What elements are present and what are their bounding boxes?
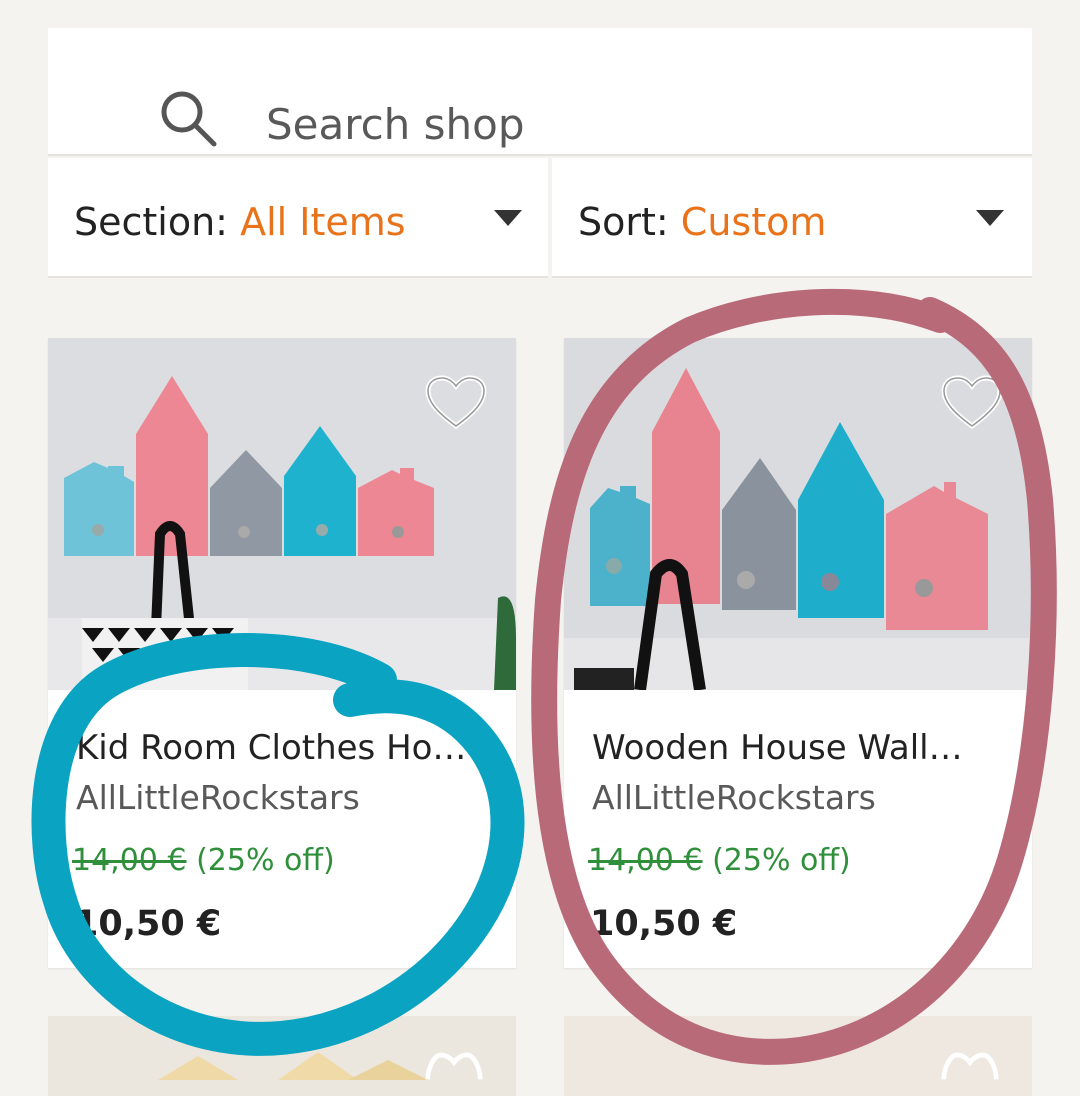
discount-percent: (25% off): [712, 843, 851, 878]
sale-price: 10,50 €: [590, 904, 738, 944]
discount-info: 14,00 € (25% off): [588, 843, 851, 878]
listing-title[interactable]: Wooden House Wall…: [592, 728, 1012, 768]
sort-dropdown-label: Sort: Custom: [578, 200, 827, 244]
filter-bar: Section: All Items Sort: Custom: [48, 158, 1032, 278]
sale-price: 10,50 €: [74, 904, 222, 944]
search-icon[interactable]: [158, 88, 222, 156]
shop-name: AllLittleRockstars: [592, 778, 876, 817]
discount-percent: (25% off): [196, 843, 335, 878]
section-dropdown[interactable]: Section: All Items: [48, 158, 548, 278]
favorite-heart-icon[interactable]: [424, 1050, 484, 1094]
chevron-down-icon: [976, 210, 1004, 226]
original-price: 14,00 €: [72, 843, 187, 878]
favorite-heart-icon[interactable]: [940, 1050, 1000, 1094]
listing-title[interactable]: Kid Room Clothes Ho…: [76, 728, 496, 768]
chevron-down-icon: [494, 210, 522, 226]
sort-dropdown-value: Custom: [680, 200, 827, 244]
search-input[interactable]: Search shop: [266, 100, 525, 149]
favorite-heart-icon[interactable]: [940, 374, 1004, 436]
favorite-heart-icon[interactable]: [424, 374, 488, 436]
listing-card[interactable]: Kid Room Clothes Ho… AllLittleRockstars …: [48, 338, 516, 968]
section-dropdown-value: All Items: [240, 200, 406, 244]
original-price: 14,00 €: [588, 843, 703, 878]
sort-dropdown[interactable]: Sort: Custom: [552, 158, 1032, 278]
shop-name: AllLittleRockstars: [76, 778, 360, 817]
listing-card[interactable]: Wooden House Wall… AllLittleRockstars 14…: [564, 338, 1032, 968]
discount-info: 14,00 € (25% off): [72, 843, 335, 878]
section-dropdown-label: Section: All Items: [74, 200, 406, 244]
search-bar[interactable]: Search shop: [48, 28, 1032, 156]
